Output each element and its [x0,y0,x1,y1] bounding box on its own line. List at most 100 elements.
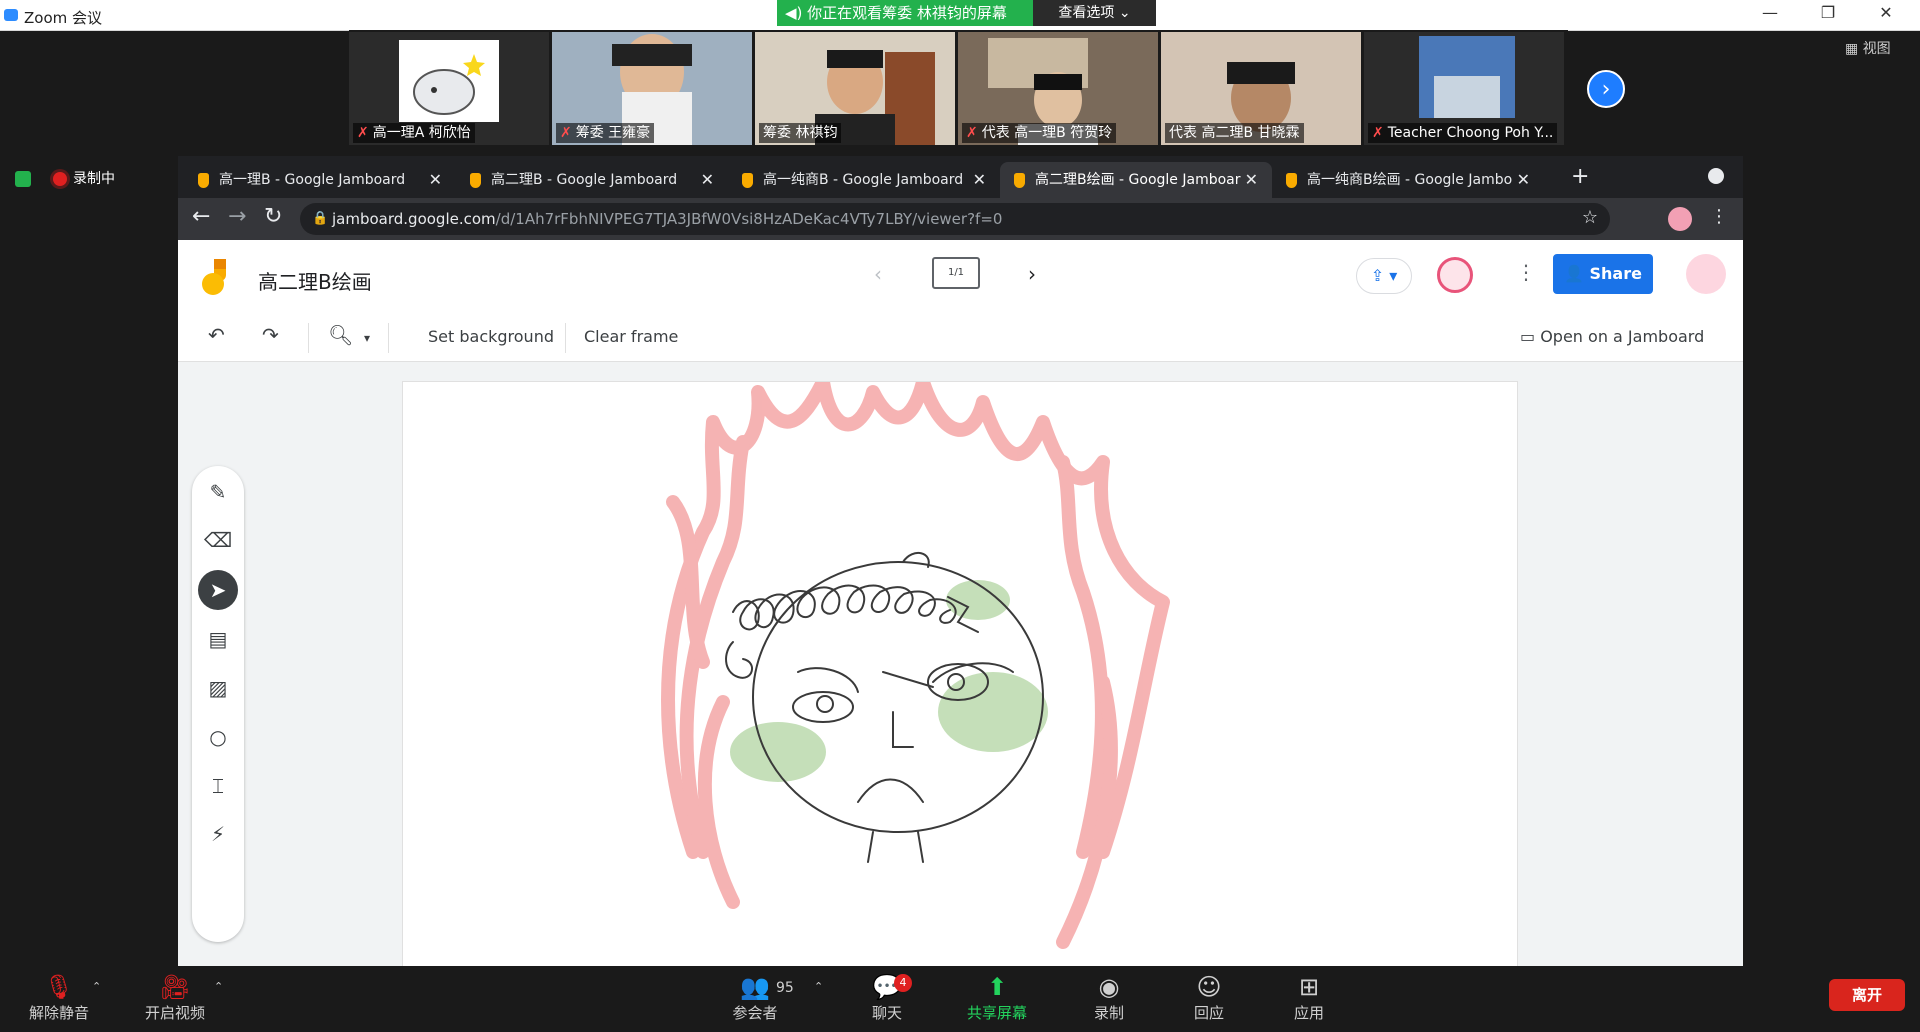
toolbar-divider [308,323,309,353]
participants-count: 95 [776,980,794,996]
participants-chevron-icon[interactable]: ⌃ [814,980,823,993]
browser-menu-icon[interactable]: ⋮ [1710,206,1728,227]
chevron-right-icon: › [1601,77,1611,102]
tab-gaoer-lib-drawing[interactable]: 高二理B绘画 - Google Jamboar ✕ [1000,162,1272,198]
flame-strokes [661,382,1170,949]
next-frame-icon[interactable]: › [1028,262,1036,286]
zoom-dropdown-icon[interactable]: ▾ [364,331,370,345]
tab-title: 高一纯商B绘画 - Google Jambo [1307,172,1513,188]
view-button-label: 视图 [1862,41,1891,57]
new-tab-icon[interactable]: + [1571,164,1589,189]
forward-icon[interactable]: → [228,204,246,229]
close-tab-icon[interactable]: ✕ [429,162,442,198]
participant-name: ✗ 代表 高一理B 符贺玲 [962,123,1117,143]
participant-tile[interactable]: 筹委 林祺钧 [755,32,955,145]
chat-button[interactable]: 💬 4 聊天 [842,972,932,1023]
text-box-icon[interactable]: ⌶ [198,766,238,806]
jamboard-canvas[interactable] [402,381,1518,966]
clear-frame-button[interactable]: Clear frame [584,327,678,346]
tab-gaoer-lib[interactable]: 高二理B - Google Jamboard ✕ [456,162,728,198]
apps-button[interactable]: ⊞ 应用 [1264,972,1354,1023]
jamboard-favicon-icon [1286,172,1297,188]
participant-name: 代表 高二理B 甘晓霖 [1165,123,1304,143]
participants-label: 参会者 [732,1004,778,1022]
leave-button[interactable]: 离开 [1829,979,1905,1011]
share-button[interactable]: 👤 Share [1553,254,1653,294]
restore-icon[interactable]: ❐ [1808,3,1848,22]
open-on-jamboard-button[interactable]: ▭ Open on a Jamboard [1520,327,1704,346]
participant-tile[interactable]: ✗ Teacher Choong Poh Y... [1364,32,1564,145]
minimize-icon[interactable]: — [1750,3,1790,22]
canvas-drawing [661,382,1170,949]
zoom-icon[interactable]: 🔍︎ [328,323,353,347]
more-options-icon[interactable]: ⋮ [1516,260,1536,284]
close-tab-icon[interactable]: ✕ [1517,162,1530,198]
pen-icon[interactable]: ✎ [198,472,238,512]
participant-name-text: 高一理A 柯欣怡 [372,125,471,141]
participant-tile[interactable]: ✗ 高一理A 柯欣怡 [349,32,549,145]
record-button[interactable]: ◉ 录制 [1064,972,1154,1023]
set-background-button[interactable]: Set background [428,327,554,346]
jamboard-app: 高二理B绘画 ‹ 1/1 › ⇪ ▾ ⋮ 👤 Share ↶ ↷ 🔍︎ ▾ Se… [178,240,1743,966]
zoom-control-bar: 🎙︎ 解除静音 ⌃ 🎥︎ 开启视频 ⌃ 👥 95 参会者 ⌃ 💬 4 聊天 ⬆ 共享屏幕 ◉ 录… [0,966,1920,1032]
undo-icon[interactable]: ↶ [208,323,225,347]
jamboard-favicon-icon [470,172,481,188]
reload-icon[interactable]: ↻ [264,204,282,229]
participant-tile[interactable]: ✗ 代表 高一理B 符贺玲 [958,32,1158,145]
select-icon[interactable]: ➤ [198,570,238,610]
muted-mic-icon: ✗ [966,125,978,141]
toolbar-divider [388,323,389,353]
participants-button[interactable]: 👥 95 参会者 [710,972,800,1023]
tab-title: 高一理B - Google Jamboard [219,172,406,188]
grid-icon: ▦ [1845,41,1859,57]
share-label: Share [1589,264,1642,283]
jamboard-toolbar: ↶ ↷ 🔍︎ ▾ Set background Clear frame ▭ Op… [178,313,1743,362]
eraser-icon[interactable]: ⌫ [198,520,238,560]
previous-frame-icon[interactable]: ‹ [874,262,882,286]
reactions-label: 回应 [1193,1004,1224,1022]
muted-mic-icon: ✗ [357,125,369,141]
tab-gaoyi-lib[interactable]: 高一理B - Google Jamboard ✕ [184,162,456,198]
address-bar[interactable]: 🔒 jamboard.google.com/d/1Ah7rFbhNIVPEG7T… [300,203,1610,235]
image-icon[interactable]: ▨ [198,668,238,708]
frame-bar-button[interactable]: 1/1 [932,257,980,289]
close-icon[interactable]: ✕ [1866,3,1906,22]
back-icon[interactable]: ← [192,204,210,229]
view-options-button[interactable]: 查看选项 ⌄ [1033,0,1156,26]
reactions-button[interactable]: ☺ 回应 [1164,972,1254,1023]
jamboard-favicon-icon [742,172,753,188]
next-page-button[interactable]: › [1587,70,1625,108]
record-icon: ◉ [1098,973,1120,1001]
tab-search-icon[interactable] [1708,168,1724,184]
jamboard-favicon-icon [1014,172,1025,188]
user-avatar[interactable] [1437,257,1473,293]
close-tab-icon[interactable]: ✕ [1245,162,1258,198]
person-add-icon: 👤 [1564,264,1590,283]
tab-gaoyi-shang[interactable]: 高一纯商B - Google Jamboard ✕ [728,162,1000,198]
circle-icon[interactable]: ○ [198,717,238,757]
sticky-note-icon[interactable]: ▤ [198,619,238,659]
tab-title: 高一纯商B - Google Jamboard [763,172,964,188]
tab-gaoyi-shang-drawing[interactable]: 高一纯商B绘画 - Google Jambo ✕ [1272,162,1544,198]
participant-name: ✗ 高一理A 柯欣怡 [353,123,475,143]
jam-title[interactable]: 高二理B绘画 [258,266,372,295]
bookmark-star-icon[interactable]: ☆ [1582,207,1598,228]
present-button[interactable]: ⇪ ▾ [1356,258,1412,294]
participant-name-text: Teacher Choong Poh Y... [1387,125,1554,141]
share-screen-button[interactable]: ⬆ 共享屏幕 [952,972,1042,1023]
participant-tile-active-speaker[interactable]: 代表 高二理B 甘晓霖 [1161,32,1361,145]
redo-icon[interactable]: ↷ [262,323,279,347]
unmute-button[interactable]: 🎙︎ 解除静音 [14,972,104,1023]
audio-options-chevron-icon[interactable]: ⌃ [92,980,101,993]
jamboard-logo-icon[interactable] [202,259,228,295]
start-video-button[interactable]: 🎥︎ 开启视频 [130,972,220,1023]
profile-avatar[interactable] [1668,207,1692,231]
view-button[interactable]: ▦ 视图 [1845,38,1891,58]
account-avatar[interactable] [1686,254,1726,294]
close-tab-icon[interactable]: ✕ [701,162,714,198]
video-options-chevron-icon[interactable]: ⌃ [214,980,223,993]
close-tab-icon[interactable]: ✕ [973,162,986,198]
laser-icon[interactable]: ⚡ [198,814,238,854]
apps-icon: ⊞ [1298,973,1320,1001]
participant-tile[interactable]: ✗ 筹委 王雍豪 [552,32,752,145]
